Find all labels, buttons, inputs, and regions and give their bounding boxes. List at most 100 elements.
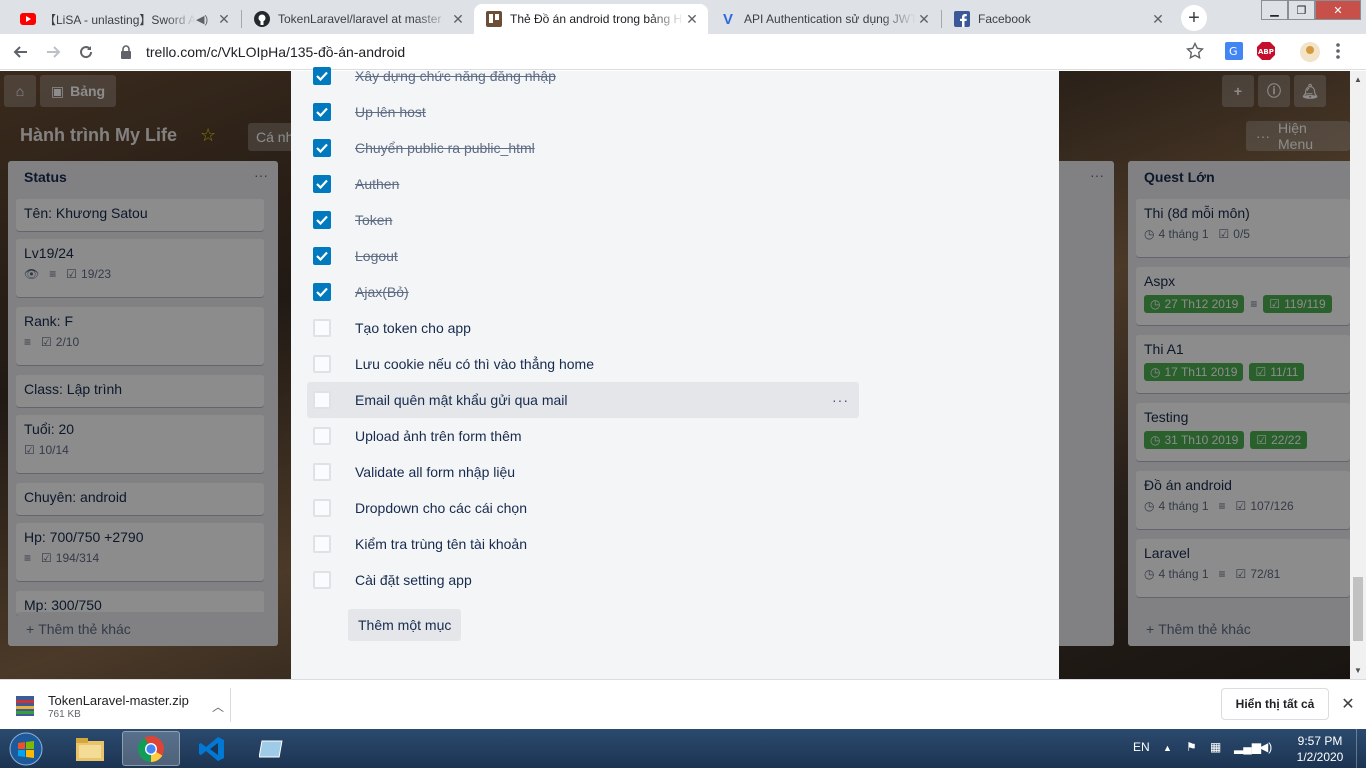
add-checklist-item-button[interactable]: Thêm một mục [348,609,462,641]
show-all-downloads-button[interactable]: Hiển thị tất cả [1221,688,1329,720]
close-icon[interactable]: ✕ [1338,694,1358,714]
checklist-item-text[interactable]: Xây dựng chức năng đăng nhập [355,68,556,84]
unchecked-checkbox[interactable] [313,535,331,553]
checklist-item-text[interactable]: Token [355,212,392,228]
tab-title: 【LiSA - unlasting】Sword Ar [44,12,196,27]
show-desktop-button[interactable] [1356,729,1366,768]
checklist-item[interactable]: Lưu cookie nếu có thì vào thẳng home [307,346,859,382]
tab-facebook[interactable]: Facebook ✕ [942,4,1174,34]
checklist-item-text[interactable]: Lưu cookie nếu có thì vào thẳng home [355,356,594,372]
zip-file-icon [14,694,36,718]
checked-checkbox[interactable] [313,247,331,265]
checklist-item[interactable]: Up lên host [307,94,859,130]
profile-avatar-icon[interactable] [1300,42,1320,62]
checklist-item[interactable]: Validate all form nhập liệu [307,454,859,490]
checklist-item[interactable]: Cài đặt setting app [307,562,859,598]
adblock-plus-icon[interactable]: ABP [1257,42,1277,62]
checklist-item[interactable]: Authen [307,166,859,202]
checklist-item[interactable]: Dropdown cho các cái chọn [307,490,859,526]
google-translate-icon[interactable]: G [1225,42,1245,62]
tab-viblo[interactable]: V API Authentication sử dụng JWT ✕ [708,4,940,34]
taskbar-file-explorer[interactable] [61,731,119,766]
checklist-item[interactable]: Xây dựng chức năng đăng nhập [307,58,859,94]
forward-arrow-icon [47,46,61,58]
unchecked-checkbox[interactable] [313,391,331,409]
unchecked-checkbox[interactable] [313,499,331,517]
forward-button[interactable] [40,38,68,66]
checklist-item[interactable]: Chuyển public ra public_html [307,130,859,166]
github-icon [254,11,270,27]
close-tab-icon[interactable]: ✕ [916,11,932,27]
checklist-item-text[interactable]: Authen [355,176,399,192]
close-window-button[interactable]: ✕ [1315,0,1361,20]
checklist-item[interactable]: Ajax(Bỏ) [307,274,859,310]
new-tab-button[interactable]: + [1181,5,1207,31]
checklist-item-text[interactable]: Kiểm tra trùng tên tài khoản [355,536,527,552]
checklist-item-text[interactable]: Cài đặt setting app [355,572,472,588]
checked-checkbox[interactable] [313,211,331,229]
bookmark-star-icon[interactable] [1186,42,1206,62]
checklist-item[interactable]: Logout [307,238,859,274]
tab-github[interactable]: TokenLaravel/laravel at master ✕ [242,4,474,34]
unchecked-checkbox[interactable] [313,427,331,445]
checklist-item[interactable]: Upload ảnh trên form thêm [307,418,859,454]
taskbar-app[interactable] [244,731,302,766]
close-tab-icon[interactable]: ✕ [450,11,466,27]
unchecked-checkbox[interactable] [313,355,331,373]
download-item[interactable]: TokenLaravel-master.zip 761 KB ︿ [14,688,230,724]
start-button[interactable] [4,730,48,767]
volume-icon[interactable]: ◀) [1259,740,1272,754]
chevron-up-icon[interactable]: ︿ [212,698,224,715]
tab-title: Thẻ Đồ án android trong bảng H [510,12,683,26]
close-tab-icon[interactable]: ✕ [684,11,700,27]
reload-button[interactable] [72,38,100,66]
checkmark-icon [316,71,328,81]
page-scrollbar[interactable]: ▲ ▼ [1350,71,1366,679]
close-tab-icon[interactable]: ✕ [216,11,232,27]
unchecked-checkbox[interactable] [313,319,331,337]
item-actions-ellipsis-icon[interactable]: ··· [832,392,849,408]
system-clock[interactable]: 9:57 PM 1/2/2020 [1290,733,1350,765]
checklist-item-text[interactable]: Logout [355,248,398,264]
checklist-item-text[interactable]: Email quên mật khẩu gửi qua mail [355,392,567,408]
unchecked-checkbox[interactable] [313,571,331,589]
checked-checkbox[interactable] [313,283,331,301]
taskbar-vscode[interactable] [183,731,241,766]
unchecked-checkbox[interactable] [313,463,331,481]
checked-checkbox[interactable] [313,67,331,85]
scroll-down-arrow-icon[interactable]: ▼ [1354,666,1362,675]
taskbar-chrome[interactable] [122,731,180,766]
scrollbar-thumb[interactable] [1353,577,1363,641]
checklist-item[interactable]: Kiểm tra trùng tên tài khoản [307,526,859,562]
network-adapter-icon[interactable]: ▦ [1210,740,1221,754]
minimize-window-button[interactable]: ▁ [1261,0,1288,20]
show-hidden-icons-icon[interactable]: ▲ [1163,743,1172,753]
tab-trello[interactable]: Thẻ Đồ án android trong bảng H ✕ [474,4,708,34]
language-indicator[interactable]: EN [1133,740,1150,754]
signal-strength-icon[interactable]: ▂▄▆ [1234,740,1261,754]
checklist-item-text[interactable]: Upload ảnh trên form thêm [355,428,522,444]
speaker-icon[interactable]: ◀) [196,13,210,26]
chrome-menu-icon[interactable] [1336,42,1344,62]
checklist-item[interactable]: Tạo token cho app [307,310,859,346]
action-center-flag-icon[interactable]: ⚑ [1186,740,1197,754]
checklist-item-text[interactable]: Tạo token cho app [355,320,471,336]
back-button[interactable] [6,38,34,66]
checklist-item-text[interactable]: Ajax(Bỏ) [355,284,409,300]
tab-strip: 【LiSA - unlasting】Sword Ar ◀) ✕ TokenLar… [0,0,1366,34]
checklist-item[interactable]: Token [307,202,859,238]
tab-youtube[interactable]: 【LiSA - unlasting】Sword Ar ◀) ✕ [8,4,240,34]
reload-icon [80,46,93,59]
checklist-item-text[interactable]: Chuyển public ra public_html [355,140,535,156]
checked-checkbox[interactable] [313,103,331,121]
restore-window-button[interactable]: ❐ [1288,0,1315,20]
checked-checkbox[interactable] [313,175,331,193]
checklist-item-text[interactable]: Validate all form nhập liệu [355,464,515,480]
checklist-item-text[interactable]: Dropdown cho các cái chọn [355,500,527,516]
checked-checkbox[interactable] [313,139,331,157]
checklist-item-text[interactable]: Up lên host [355,104,426,120]
close-tab-icon[interactable]: ✕ [1150,11,1166,27]
scroll-up-arrow-icon[interactable]: ▲ [1354,75,1362,84]
checklist-item[interactable]: Email quên mật khẩu gửi qua mail ··· [307,382,859,418]
svg-text:ABP: ABP [1258,48,1274,56]
